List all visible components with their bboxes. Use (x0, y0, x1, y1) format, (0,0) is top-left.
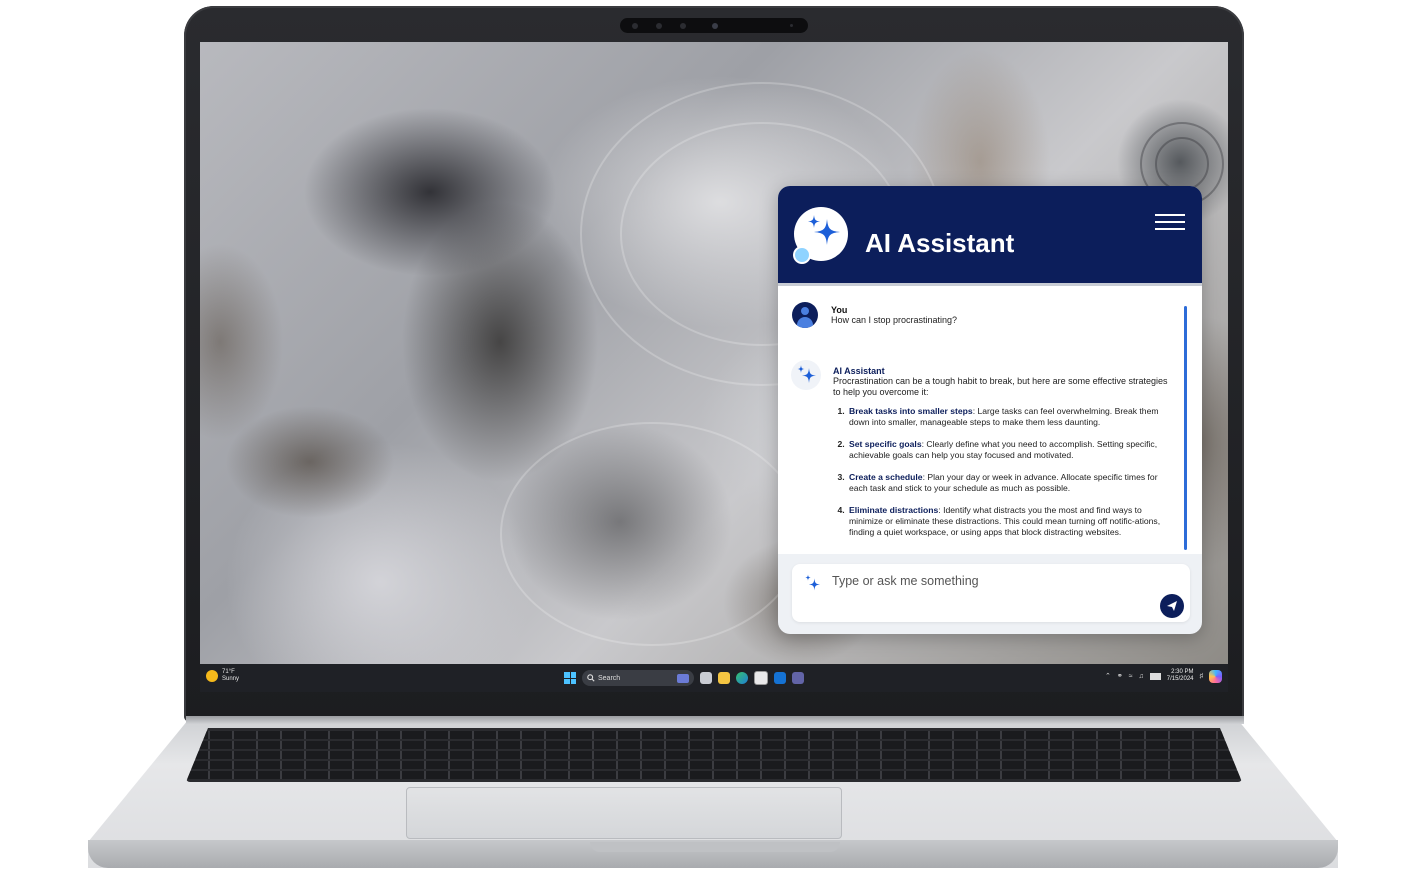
weather-condition: Sunny (222, 676, 240, 682)
keyboard (186, 728, 1242, 782)
user-message: You How can I stop procrastinating? (831, 305, 957, 326)
edge-icon[interactable] (736, 672, 748, 684)
send-button[interactable] (1160, 594, 1184, 618)
touchpad (406, 787, 842, 839)
taskbar-apps: Search (564, 670, 804, 686)
camera-sensor-icon (680, 23, 686, 29)
chat-input-box (792, 564, 1190, 622)
notification-bell-icon[interactable]: ♯ (1200, 673, 1204, 680)
tips-list: Break tasks into smaller steps: Large ta… (833, 406, 1173, 538)
ai-message: AI Assistant Procrastination can be a to… (833, 366, 1173, 549)
weather-widget[interactable]: 71°F Sunny (206, 669, 239, 683)
clock-date: 7/15/2024 (1166, 676, 1194, 682)
chat-area[interactable]: You How can I stop procrastinating? AI A… (778, 286, 1202, 554)
ai-intro-text: Procrastination can be a tough habit to … (833, 376, 1168, 397)
clock[interactable]: 2:30 PM 7/15/2024 (1167, 669, 1194, 683)
file-explorer-icon[interactable] (718, 672, 730, 684)
status-dot (793, 246, 811, 264)
ai-assistant-panel: AI Assistant You How can I stop procrast… (778, 186, 1202, 634)
camera-led-icon (790, 24, 793, 27)
start-button[interactable] (564, 672, 576, 684)
user-sender: You (831, 305, 848, 315)
search-label: Search (598, 674, 621, 682)
network-settings-icon[interactable]: ⚭ (1117, 672, 1123, 680)
sparkle-icon (805, 574, 820, 591)
menu-button[interactable] (1155, 212, 1187, 232)
list-item: Create a schedule: Plan your day or week… (847, 472, 1173, 494)
list-item: Set specific goals: Clearly define what … (847, 439, 1173, 461)
camera-lens-icon (712, 23, 718, 29)
list-item: Eliminate distractions: Identify what di… (847, 505, 1173, 538)
list-item: Break tasks into smaller steps: Large ta… (847, 406, 1173, 428)
scrollbar[interactable] (1184, 306, 1187, 550)
camera-sensor-icon (656, 23, 662, 29)
outlook-icon[interactable] (774, 672, 786, 684)
ai-sender: AI Assistant (833, 366, 885, 376)
send-icon (1167, 601, 1177, 611)
taskbar-search[interactable]: Search (582, 670, 694, 686)
hamburger-icon (1155, 214, 1185, 216)
taskbar: 71°F Sunny Search ⌃ ⚭ ≈ ♫ 2:30 PM 7/15/2… (200, 664, 1228, 692)
webcam-bar (620, 18, 808, 33)
weather-temp: 71°F (222, 669, 235, 675)
wifi-icon[interactable]: ≈ (1129, 673, 1133, 680)
user-avatar (792, 302, 818, 328)
assistant-title: AI Assistant (865, 228, 1015, 258)
system-tray: ⌃ ⚭ ≈ ♫ 2:30 PM 7/15/2024 ♯ (1105, 669, 1222, 683)
clock-time: 2:30 PM (1171, 669, 1194, 675)
search-highlight-icon (677, 673, 689, 683)
chat-input[interactable] (830, 570, 1134, 592)
task-view-icon[interactable] (700, 672, 712, 684)
teams-icon[interactable] (792, 672, 804, 684)
wallpaper-swirl (500, 422, 804, 646)
volume-icon[interactable]: ♫ (1139, 673, 1144, 680)
person-icon (801, 307, 809, 315)
chevron-up-icon[interactable]: ⌃ (1105, 672, 1111, 680)
sun-icon (206, 670, 218, 682)
user-message-text: How can I stop procrastinating? (831, 315, 958, 325)
store-icon[interactable] (754, 671, 768, 685)
wallpaper-swirl (1155, 137, 1209, 191)
search-icon (587, 674, 595, 682)
sparkle-icon (797, 365, 816, 383)
assistant-header: AI Assistant (778, 186, 1202, 286)
copilot-icon[interactable] (1209, 669, 1222, 683)
battery-icon[interactable] (1149, 672, 1161, 680)
laptop-hinge (186, 716, 1244, 724)
camera-sensor-icon (632, 23, 638, 29)
lid-notch (590, 842, 840, 852)
ai-avatar (791, 360, 821, 390)
